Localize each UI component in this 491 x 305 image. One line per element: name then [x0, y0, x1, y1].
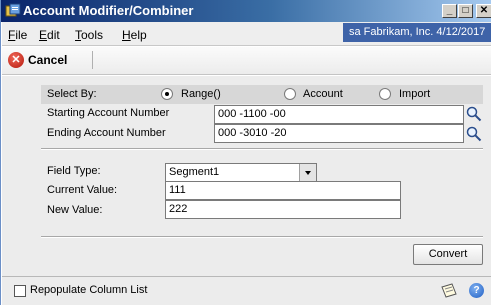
toolbar: ✕ Cancel [2, 47, 491, 75]
account-modifier-window: Account Modifier/Combiner _ □ ✕ File Edi… [0, 0, 491, 305]
menu-tools[interactable]: Tools [75, 28, 103, 42]
lookup-icon[interactable] [466, 106, 482, 122]
ending-account-label: Ending Account Number [47, 127, 166, 139]
field-type-dropdown[interactable]: Segment1 [165, 163, 317, 182]
cancel-label: Cancel [28, 53, 68, 67]
menu-help[interactable]: Help [122, 28, 147, 42]
convert-button[interactable]: Convert [413, 244, 483, 265]
select-by-label: Select By: [47, 88, 97, 100]
current-value-field[interactable]: 111 [165, 181, 401, 200]
ending-account-field[interactable]: 000 -3010 -20 [214, 124, 464, 143]
note-icon[interactable] [440, 283, 458, 299]
app-icon [5, 3, 21, 17]
menu-edit[interactable]: Edit [39, 28, 60, 42]
field-type-value: Segment1 [169, 166, 220, 178]
radio-range-label[interactable]: Range() [181, 88, 221, 100]
section-divider [41, 148, 483, 150]
chevron-down-icon[interactable] [299, 164, 316, 181]
menu-file[interactable]: File [8, 28, 27, 42]
select-by-row: Select By: Range() Account Import [41, 85, 483, 104]
lookup-icon[interactable] [466, 126, 482, 142]
new-value-label: New Value: [47, 204, 103, 216]
repopulate-label[interactable]: Repopulate Column List [30, 284, 147, 296]
minimize-button[interactable]: _ [442, 4, 457, 18]
field-type-label: Field Type: [47, 165, 101, 177]
close-button[interactable]: ✕ [476, 4, 491, 18]
radio-range[interactable] [161, 88, 173, 100]
menu-bar: File Edit Tools Help sa Fabrikam, Inc. 4… [2, 22, 491, 46]
starting-account-label: Starting Account Number [47, 107, 170, 119]
window-title: Account Modifier/Combiner [23, 3, 194, 18]
new-value-field[interactable]: 222 [165, 200, 401, 219]
starting-account-field[interactable]: 000 -1100 -00 [214, 105, 464, 124]
current-value-label: Current Value: [47, 184, 118, 196]
radio-import-label[interactable]: Import [399, 88, 430, 100]
help-icon[interactable]: ? [469, 283, 484, 298]
title-bar[interactable]: Account Modifier/Combiner _ □ ✕ [1, 0, 491, 22]
selection-group: Select By: Range() Account Import Starti… [41, 85, 483, 143]
maximize-button[interactable]: □ [458, 4, 473, 18]
radio-account[interactable] [284, 88, 296, 100]
section-divider [41, 236, 483, 238]
radio-account-label[interactable]: Account [303, 88, 343, 100]
radio-import[interactable] [379, 88, 391, 100]
user-company-date: sa Fabrikam, Inc. 4/12/2017 [343, 23, 491, 42]
status-bar: Repopulate Column List ? [2, 276, 491, 305]
cancel-button[interactable]: ✕ Cancel [6, 50, 96, 71]
toolbar-separator [92, 51, 93, 69]
main-content: Select By: Range() Account Import Starti… [2, 76, 491, 276]
cancel-icon: ✕ [8, 52, 24, 68]
repopulate-checkbox[interactable] [14, 285, 26, 297]
